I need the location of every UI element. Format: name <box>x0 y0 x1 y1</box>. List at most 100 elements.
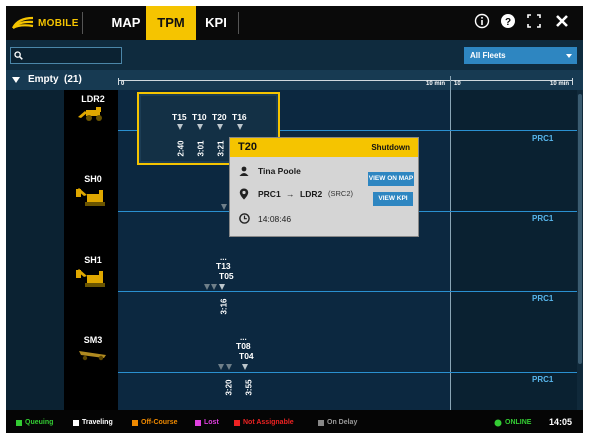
route-source: (SRC2) <box>328 189 354 198</box>
timeline-next-area <box>450 90 577 410</box>
tab-map[interactable]: MAP <box>106 6 146 40</box>
route-label: PRC1 <box>532 134 554 143</box>
fleet-select-value: All Fleets <box>470 51 506 60</box>
truck-label[interactable]: T05 <box>219 271 234 281</box>
legend-swatch <box>73 419 79 426</box>
top-bar: MOBILE MAP TPM KPI ? <box>6 6 583 40</box>
clock: 14:05 <box>549 417 573 427</box>
timeline-mid: 10 min <box>426 81 446 87</box>
truck-marker[interactable] <box>217 124 223 130</box>
truck-marker[interactable] <box>218 364 224 370</box>
truck-marker[interactable] <box>226 364 232 370</box>
popup-truck-id: T20 <box>238 141 257 153</box>
tpm-screen: MOBILE MAP TPM KPI ? All Fleets Empty (2… <box>6 6 583 433</box>
truck-marker[interactable] <box>177 124 183 130</box>
scrollbar-thumb[interactable] <box>578 94 582 364</box>
group-count: (21) <box>64 74 82 85</box>
divider <box>82 12 83 34</box>
truck-popup[interactable]: T20 Shutdown Tina Poole PRC1 → LDR2 (SRC… <box>229 137 419 237</box>
search-icon <box>14 51 23 60</box>
close-icon[interactable] <box>552 13 572 33</box>
loader-icon <box>78 107 102 121</box>
legend-swatch <box>16 419 22 426</box>
operator-name: Tina Poole <box>258 166 301 176</box>
wait-time: 3:01 <box>196 140 206 157</box>
legend-label: Lost <box>204 419 219 426</box>
truck-label[interactable]: T15 <box>172 112 187 122</box>
truck-label[interactable]: T13 <box>216 261 231 271</box>
group-label: Empty <box>28 74 59 85</box>
popup-status: Shutdown <box>371 143 410 152</box>
truck-label[interactable]: T04 <box>239 351 254 361</box>
collapse-icon[interactable] <box>12 77 20 83</box>
legend-label: Off-Course <box>141 419 178 426</box>
truck-label[interactable]: T10 <box>192 112 207 122</box>
legend-not-assignable: Not Assignable <box>234 418 294 427</box>
equipment-column <box>64 90 118 410</box>
event-time: 14:08:46 <box>258 214 292 224</box>
divider <box>238 12 239 34</box>
truck-marker[interactable] <box>211 284 217 290</box>
truck-label[interactable]: T08 <box>236 341 251 351</box>
scraper-icon <box>79 351 106 361</box>
legend-queuing: Queuing <box>16 418 53 427</box>
route-arrow: → <box>286 189 295 199</box>
equipment-sh1[interactable]: SH1 <box>72 255 114 289</box>
search-input[interactable] <box>10 47 122 64</box>
legend-swatch <box>132 419 138 426</box>
fleet-select[interactable]: All Fleets <box>464 47 577 64</box>
info-icon[interactable] <box>472 13 492 33</box>
truck-marker[interactable] <box>204 284 210 290</box>
group-header[interactable]: Empty (21) 0 10 min 10 10 min <box>6 70 583 90</box>
help-icon[interactable]: ? <box>498 13 518 33</box>
legend-label: Not Assignable <box>243 419 294 426</box>
truck-label[interactable]: T20 <box>212 112 227 122</box>
app-logo[interactable]: MOBILE <box>6 6 82 40</box>
legend-on-delay: On Delay <box>318 418 357 427</box>
online-icon <box>494 419 502 426</box>
legend-off-course: Off-Course <box>132 418 178 427</box>
timeline-ruler: 0 10 min 10 10 min <box>118 78 573 89</box>
route-label: PRC1 <box>532 375 554 384</box>
legend-swatch <box>234 419 240 426</box>
svg-text:?: ? <box>505 17 511 28</box>
timeline-start: 0 <box>121 81 125 87</box>
tab-kpi[interactable]: KPI <box>196 6 236 40</box>
truck-label[interactable]: T16 <box>232 112 247 122</box>
route-line <box>118 372 577 373</box>
route-from: PRC1 <box>258 189 281 199</box>
legend-label: On Delay <box>327 419 358 426</box>
equipment-sh0[interactable]: SH0 <box>72 174 114 208</box>
legend-traveling: Traveling <box>73 418 113 427</box>
fullscreen-icon[interactable] <box>524 13 544 33</box>
legend-label: Traveling <box>82 419 113 426</box>
tab-tpm[interactable]: TPM <box>146 6 196 40</box>
truck-marker[interactable] <box>197 124 203 130</box>
truck-marker[interactable] <box>242 364 248 370</box>
connection-status: ONLINE <box>494 418 531 427</box>
wait-time: 3:55 <box>244 379 254 396</box>
equipment-ldr2[interactable]: LDR2 <box>72 94 114 122</box>
equipment-sm3[interactable]: SM3 <box>72 335 114 361</box>
gutter <box>6 90 64 410</box>
truck-marker[interactable] <box>219 284 225 290</box>
clock-icon <box>239 213 250 224</box>
wait-time: 3:21 <box>216 140 226 157</box>
truck-marker[interactable] <box>237 124 243 130</box>
truck-marker[interactable] <box>221 204 227 210</box>
legend-swatch <box>318 419 324 426</box>
popup-header: T20 Shutdown <box>230 138 418 157</box>
view-kpi-button[interactable]: VIEW KPI <box>373 192 413 206</box>
status-bar: Queuing Traveling Off-Course Lost Not As… <box>6 410 583 433</box>
shovel-icon <box>76 188 105 206</box>
equipment-name: SH0 <box>84 174 102 184</box>
timeline-boundary <box>450 76 451 410</box>
legend-lost: Lost <box>195 418 219 427</box>
view-on-map-button[interactable]: VIEW ON MAP <box>368 172 414 186</box>
shovel-icon <box>76 269 105 287</box>
route-label: PRC1 <box>532 294 554 303</box>
logo-label: MOBILE <box>38 17 79 29</box>
equipment-name: SM3 <box>83 335 103 345</box>
chevron-down-icon <box>566 54 572 58</box>
route-line <box>118 291 577 292</box>
